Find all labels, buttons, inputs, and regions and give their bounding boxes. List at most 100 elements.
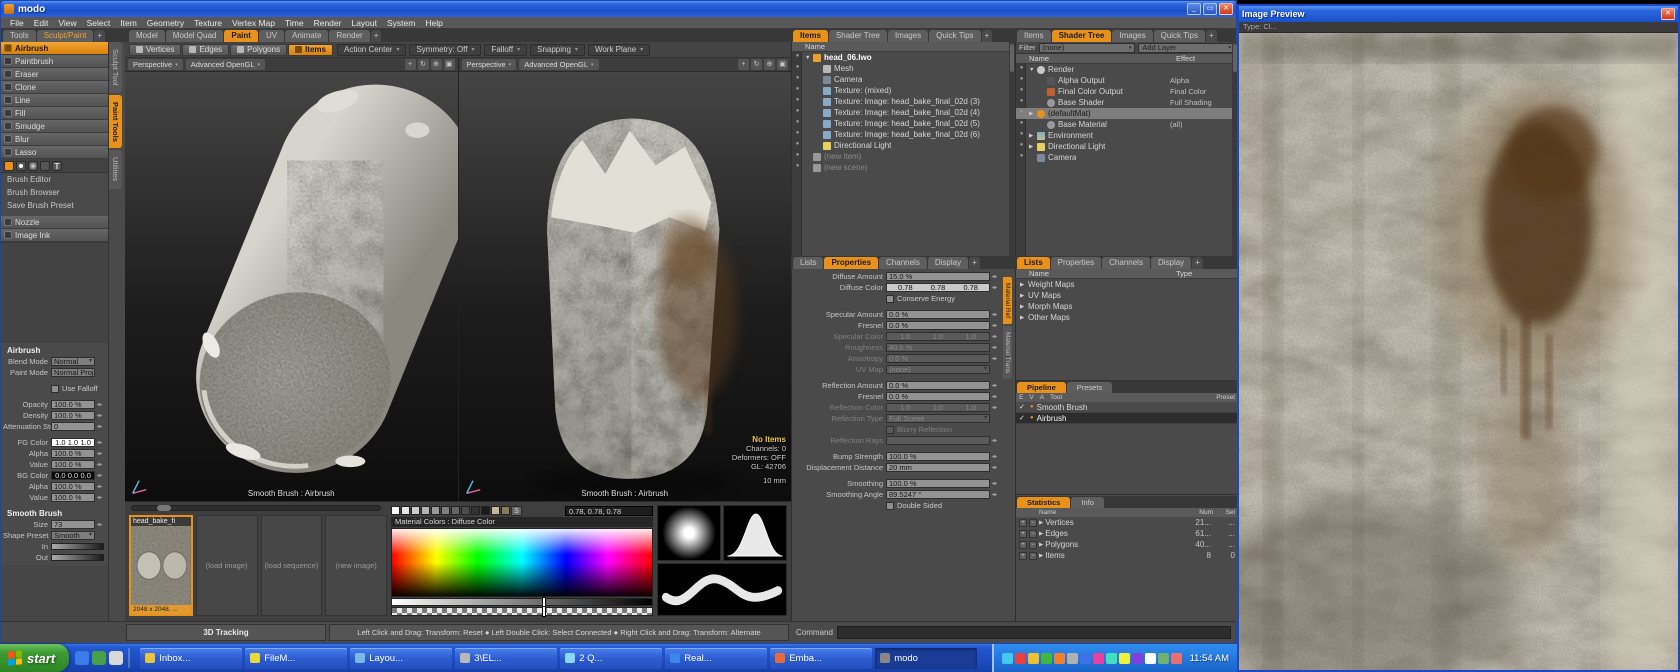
color-swatch[interactable] bbox=[451, 506, 460, 515]
expander-icon[interactable]: ▶ bbox=[1020, 304, 1028, 310]
value-field[interactable]: 100.0 % bbox=[51, 400, 95, 409]
item-row[interactable]: ● (new scene) bbox=[792, 162, 1009, 173]
panel-tab[interactable]: + bbox=[982, 30, 993, 42]
visibility-eye-icon[interactable]: ● bbox=[1017, 109, 1026, 115]
spinner-icon[interactable]: ◂▸ bbox=[95, 521, 104, 528]
gradient-slider[interactable] bbox=[51, 554, 104, 561]
color-swatch[interactable] bbox=[471, 506, 480, 515]
tool-item[interactable]: Lasso bbox=[1, 146, 108, 159]
zoom-icon[interactable]: ⊕ bbox=[431, 59, 442, 70]
selection-mode-button[interactable]: Polygons bbox=[230, 44, 287, 56]
tray-icon[interactable] bbox=[1067, 653, 1078, 664]
spinner-icon[interactable]: ◂▸ bbox=[95, 439, 104, 446]
statistics-tab[interactable]: Statistics bbox=[1017, 497, 1070, 508]
palette-tab[interactable]: + bbox=[94, 30, 105, 42]
layout-tab[interactable]: Render bbox=[329, 30, 369, 42]
panel-tab[interactable]: Display bbox=[1151, 257, 1191, 269]
shader-layer-row[interactable]: ● Base Shader Full Shading bbox=[1016, 97, 1232, 108]
visibility-eye-icon[interactable]: ● bbox=[1017, 98, 1026, 104]
value-field[interactable]: 0 bbox=[51, 422, 95, 431]
value-field[interactable]: 100.0 % bbox=[51, 493, 95, 502]
rotate-icon[interactable]: ↻ bbox=[418, 59, 429, 70]
tray-icon[interactable] bbox=[1002, 653, 1013, 664]
tray-icon[interactable] bbox=[1015, 653, 1026, 664]
value-field[interactable]: 0.0 % bbox=[886, 354, 990, 363]
visibility-eye-icon[interactable]: ● bbox=[793, 119, 802, 125]
list-item[interactable]: ▶ Weight Maps bbox=[1016, 279, 1238, 290]
expander-icon[interactable]: ▶ bbox=[1029, 133, 1037, 139]
panel-tab[interactable]: Quick Tips bbox=[1154, 30, 1205, 42]
minus-button[interactable]: − bbox=[1029, 541, 1037, 549]
value-field[interactable]: 40.0 % bbox=[886, 343, 990, 352]
maximize-viewport-icon[interactable]: ▣ bbox=[444, 59, 455, 70]
rotate-icon[interactable]: ↻ bbox=[751, 59, 762, 70]
color-swatch[interactable] bbox=[481, 506, 490, 515]
expander-icon[interactable]: ▶ bbox=[1039, 531, 1043, 537]
quick-launch-icon[interactable] bbox=[75, 651, 89, 665]
color-value-field[interactable]: 0.00.00.0 bbox=[51, 471, 95, 480]
brush-tip-extra-icon[interactable] bbox=[40, 161, 50, 171]
shader-layer-row[interactable]: ● ▶ Environment bbox=[1016, 130, 1232, 141]
load-image-slot[interactable]: (load image) bbox=[196, 515, 258, 616]
color-value-field[interactable]: 0.78, 0.78, 0.78 bbox=[565, 506, 653, 516]
tool-item[interactable]: Image Ink bbox=[1, 229, 108, 242]
hue-saturation-gradient[interactable] bbox=[391, 528, 653, 597]
expander-icon[interactable]: ▼ bbox=[1029, 67, 1037, 73]
visibility-eye-icon[interactable]: ● bbox=[1017, 131, 1026, 137]
minus-button[interactable]: − bbox=[1029, 552, 1037, 560]
spinner-icon[interactable]: ◂▸ bbox=[990, 322, 999, 329]
color-swatch[interactable] bbox=[431, 506, 440, 515]
spinner-icon[interactable]: ◂▸ bbox=[95, 472, 104, 479]
selection-mode-button[interactable]: Edges bbox=[182, 44, 229, 56]
brush-tip-square-icon[interactable] bbox=[4, 161, 14, 171]
list-item[interactable]: ▶ UV Maps bbox=[1016, 290, 1238, 301]
pan-icon[interactable]: + bbox=[405, 59, 416, 70]
color-value-field[interactable]: 1.01.01.0 bbox=[51, 438, 95, 447]
preview-titlebar[interactable]: Image Preview ✕ bbox=[1239, 6, 1678, 22]
checkbox[interactable] bbox=[886, 426, 894, 434]
spinner-icon[interactable]: ◂▸ bbox=[95, 450, 104, 457]
menu-item[interactable]: Texture bbox=[189, 18, 227, 28]
expander-icon[interactable]: ▶ bbox=[1039, 542, 1043, 548]
value-field[interactable]: 0.0 % bbox=[886, 321, 990, 330]
expander-icon[interactable]: ▶ bbox=[1020, 315, 1028, 321]
palette-tab[interactable]: Tools bbox=[3, 30, 36, 42]
visibility-eye-icon[interactable]: ● bbox=[793, 53, 802, 59]
vertical-tab[interactable]: Utilities bbox=[109, 150, 122, 188]
list-item[interactable]: ▶ Morph Maps bbox=[1016, 301, 1238, 312]
color-swatch[interactable] bbox=[421, 506, 430, 515]
spinner-icon[interactable]: ◂▸ bbox=[95, 423, 104, 430]
slider-handle[interactable] bbox=[157, 505, 171, 511]
dropdown[interactable]: (none)▾ bbox=[886, 365, 990, 374]
expander-icon[interactable]: ▶ bbox=[1020, 293, 1028, 299]
checkbox[interactable] bbox=[886, 295, 894, 303]
tool-item[interactable]: Paintbrush bbox=[1, 55, 108, 68]
spinner-icon[interactable]: ◂▸ bbox=[95, 401, 104, 408]
dropdown[interactable]: Smooth▾ bbox=[51, 531, 95, 540]
tray-icon[interactable] bbox=[1145, 653, 1156, 664]
spinner-icon[interactable]: ◂▸ bbox=[990, 464, 999, 471]
shader-layer-row[interactable]: ● ▼ Render bbox=[1016, 64, 1232, 75]
item-row[interactable]: ● Texture: Image: head_bake_final_02d (5… bbox=[792, 118, 1009, 129]
layout-tab[interactable]: Paint bbox=[224, 30, 258, 42]
layout-tab[interactable]: + bbox=[371, 30, 382, 42]
visibility-eye-icon[interactable]: ● bbox=[793, 86, 802, 92]
visibility-eye-icon[interactable]: ● bbox=[793, 64, 802, 70]
text-tool-icon[interactable]: T bbox=[52, 161, 62, 171]
shader-column-header[interactable]: NameEffect bbox=[1016, 54, 1238, 64]
command-input[interactable] bbox=[837, 626, 1231, 639]
menu-item[interactable]: Vertex Map bbox=[227, 18, 280, 28]
viewport-canvas[interactable]: Smooth Brush : Airbrush bbox=[125, 72, 458, 501]
panel-tab[interactable]: Items bbox=[793, 30, 828, 42]
tray-icon[interactable] bbox=[1028, 653, 1039, 664]
item-row[interactable]: ● Texture: Image: head_bake_final_02d (3… bbox=[792, 96, 1009, 107]
expander-icon[interactable]: ▶ bbox=[1039, 553, 1043, 559]
tool-item[interactable]: Nozzle bbox=[1, 216, 108, 229]
new-image-slot[interactable]: (new image) bbox=[325, 515, 387, 616]
panel-tab[interactable]: Quick Tips bbox=[929, 30, 980, 42]
expander-icon[interactable]: ▶ bbox=[1039, 520, 1043, 526]
tool-item[interactable]: Eraser bbox=[1, 68, 108, 81]
value-field[interactable]: 100.0 % bbox=[51, 411, 95, 420]
tool-item[interactable]: Blur bbox=[1, 133, 108, 146]
panel-tab[interactable]: Properties bbox=[1051, 257, 1101, 269]
